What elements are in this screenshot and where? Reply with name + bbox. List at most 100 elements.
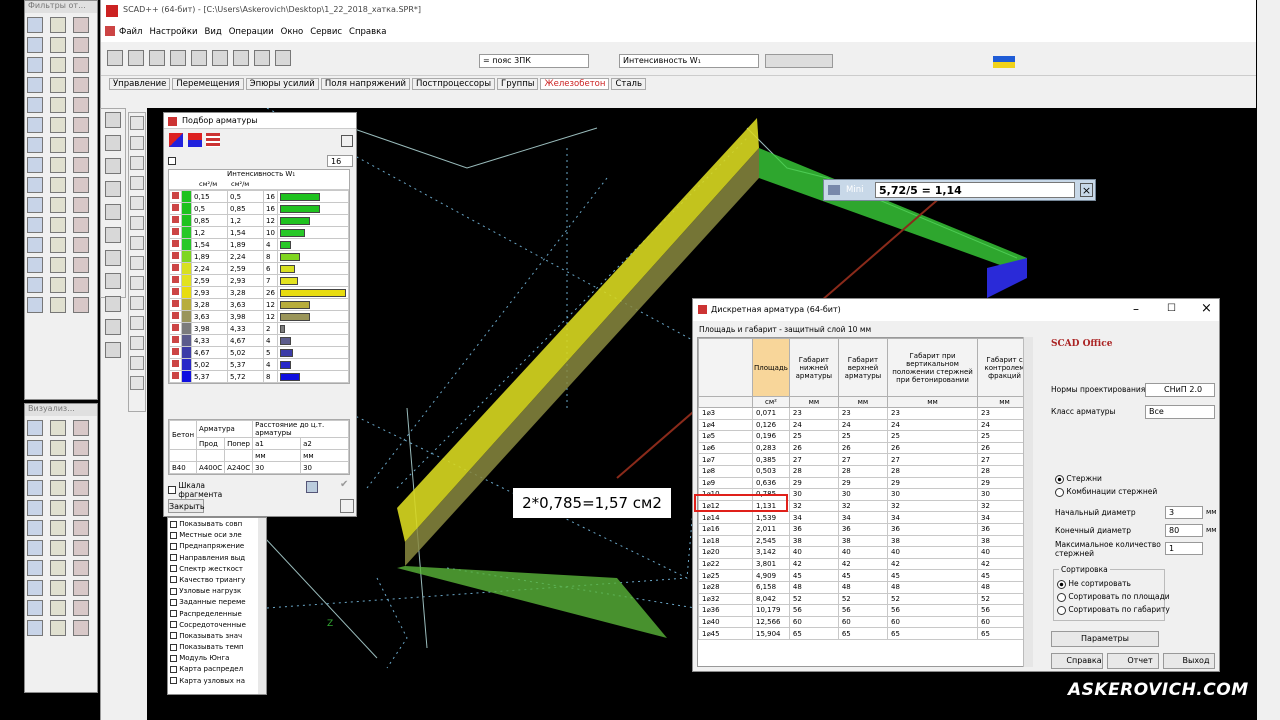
display-tool-icon[interactable] [130,156,144,170]
tree-item[interactable]: Распределенные [170,610,264,621]
window-close-icon[interactable]: × [1201,301,1212,316]
toolbar-tool-icon[interactable] [233,50,249,66]
tool-icon[interactable] [27,620,43,636]
tree-checkbox[interactable] [170,677,177,685]
view-tool-icon[interactable] [105,112,121,128]
tool-icon[interactable] [27,277,43,293]
eye-toggle-icon[interactable] [172,276,179,283]
tool-icon[interactable] [50,620,66,636]
class-select[interactable]: Все [1145,405,1215,419]
bar-row[interactable]: 1⌀22 3,801 42 42 42 42 [698,557,1032,571]
tab-item[interactable]: Перемещения [172,78,244,90]
levels-spinner[interactable]: 16 [327,155,353,167]
combo-intensity[interactable]: Интенсивность W₁ [619,54,759,68]
tool-icon[interactable] [27,97,43,113]
eye-toggle-icon[interactable] [172,324,179,331]
tool-icon[interactable] [73,420,89,436]
radio-sort-area[interactable] [1057,592,1066,602]
max-count-spinner[interactable]: 1 [1165,542,1203,555]
eye-toggle-icon[interactable] [172,372,179,379]
tool-icon[interactable] [27,117,43,133]
color-scheme-icon-2[interactable] [188,133,202,147]
display-tool-icon[interactable] [130,336,144,350]
tool-icon[interactable] [73,57,89,73]
tool-icon[interactable] [50,540,66,556]
display-tool-icon[interactable] [130,196,144,210]
tool-icon[interactable] [50,237,66,253]
tool-icon[interactable] [73,17,89,33]
menu-item[interactable]: Настройки [149,27,197,37]
tool-icon[interactable] [50,580,66,596]
tree-checkbox[interactable] [170,643,177,651]
tool-icon[interactable] [27,560,43,576]
menu-item[interactable]: Файл [119,27,142,37]
tool-icon[interactable] [73,157,89,173]
tool-icon[interactable] [50,37,66,53]
bar-row[interactable]: 1⌀14 1,539 34 34 34 34 [698,511,1032,524]
display-tool-icon[interactable] [130,296,144,310]
tool-icon[interactable] [73,560,89,576]
color-swatch[interactable] [181,310,192,323]
color-table-icon[interactable] [206,133,220,147]
tool-icon[interactable] [73,620,89,636]
tool-icon[interactable] [50,197,66,213]
tree-checkbox[interactable] [170,587,177,595]
tool-icon[interactable] [27,237,43,253]
bar-row[interactable]: 1⌀28 6,158 48 48 48 48 [698,580,1032,594]
tree-item[interactable]: Заданные переме [170,598,264,609]
tree-checkbox[interactable] [170,665,177,673]
color-swatch[interactable] [181,298,192,311]
display-tool-icon[interactable] [130,176,144,190]
help-button[interactable]: Справка [1051,653,1103,669]
tree-checkbox[interactable] [170,531,177,539]
tree-item[interactable]: Преднапряжение [170,542,264,553]
tool-icon[interactable] [73,460,89,476]
tool-icon[interactable] [27,77,43,93]
bar-row[interactable]: 1⌀40 12,566 60 60 60 60 [698,615,1032,629]
scale-checkbox[interactable] [168,486,176,494]
table-icon[interactable] [341,135,353,147]
display-tool-icon[interactable] [130,136,144,150]
tool-icon[interactable] [50,440,66,456]
tab-item[interactable]: Управление [109,78,171,90]
toolbar-tool-icon[interactable] [149,50,165,66]
view-tool-icon[interactable] [105,227,121,243]
eye-toggle-icon[interactable] [172,252,179,259]
tool-icon[interactable] [27,440,43,456]
end-d-spinner[interactable]: 80 [1165,524,1203,537]
color-swatch[interactable] [181,358,192,371]
tool-icon[interactable] [50,420,66,436]
tree-checkbox[interactable] [170,610,177,617]
tool-icon[interactable] [73,297,89,313]
bar-row[interactable]: 1⌀25 4,909 45 45 45 45 [698,569,1032,582]
tree-checkbox[interactable] [170,565,177,573]
view-tool-icon[interactable] [105,296,121,312]
bar-row[interactable]: 1⌀6 0,283 26 26 26 26 [698,441,1032,455]
tool-icon[interactable] [50,97,66,113]
view-tool-icon[interactable] [105,135,121,151]
tool-icon[interactable] [50,460,66,476]
tool-icon[interactable] [73,77,89,93]
tool-icon[interactable] [73,37,89,53]
exit-button[interactable]: Выход [1163,653,1215,669]
eye-toggle-icon[interactable] [172,228,179,235]
tree-item[interactable]: Модуль Юнга [170,654,264,665]
collapse-icon[interactable] [340,499,354,513]
tool-icon[interactable] [27,17,43,33]
tool-icon[interactable] [50,560,66,576]
tool-icon[interactable] [27,460,43,476]
toolbar-tool-icon[interactable] [191,50,207,66]
color-swatch[interactable] [181,226,192,239]
maximize-icon[interactable]: ☐ [1167,303,1176,314]
tool-icon[interactable] [73,600,89,616]
tool-icon[interactable] [50,177,66,193]
color-swatch[interactable] [181,250,192,263]
tool-icon[interactable] [50,137,66,153]
display-tool-icon[interactable] [130,116,144,130]
bar-row[interactable]: 1⌀4 0,126 24 24 24 24 [698,418,1032,432]
tree-item[interactable]: Показывать совп [170,520,264,531]
params-button[interactable]: Параметры [1051,631,1159,647]
eye-toggle-icon[interactable] [172,216,179,223]
apply-icon[interactable] [306,481,318,493]
view-tool-icon[interactable] [105,273,121,289]
